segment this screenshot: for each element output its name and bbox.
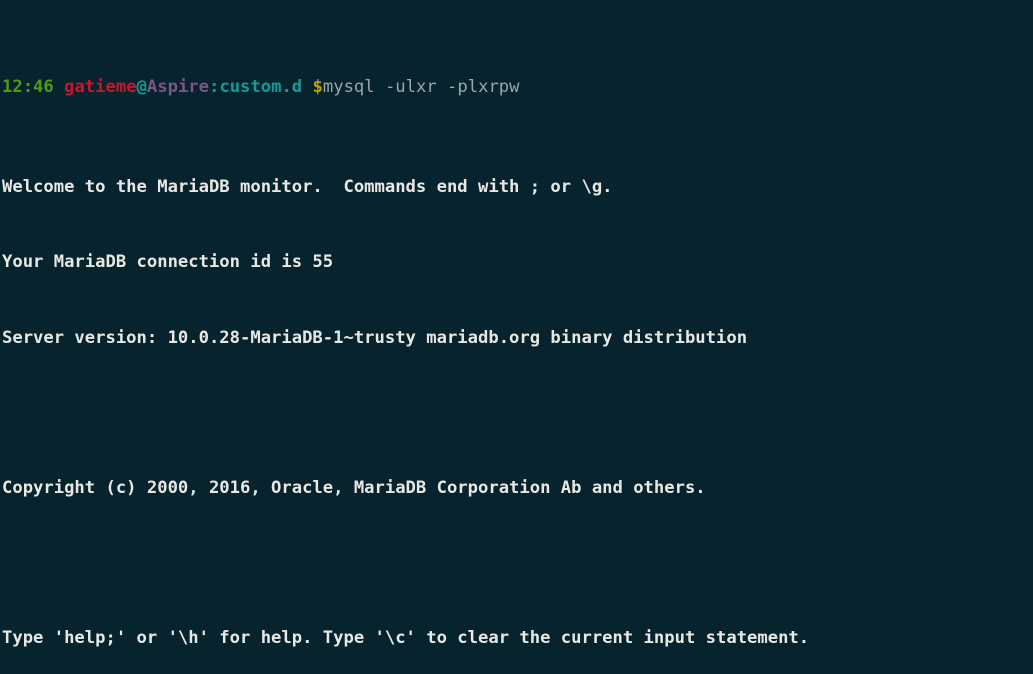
output-line-connection-id: Your MariaDB connection id is 55 [2, 252, 334, 273]
prompt-at-symbol: @ [136, 77, 147, 98]
output-blank-1 [2, 401, 1033, 426]
prompt-separator: : [209, 77, 220, 98]
output-line-welcome: Welcome to the MariaDB monitor. Commands… [2, 177, 613, 198]
output-line-copyright: Copyright (c) 2000, 2016, Oracle, MariaD… [2, 477, 706, 498]
output-blank-2 [2, 551, 1033, 576]
prompt-space-1 [54, 77, 64, 97]
terminal-window[interactable]: 12:46 gatieme@Aspire:custom.d $mysql -ul… [0, 0, 1033, 674]
prompt-command: mysql -ulxr -plxrpw [322, 77, 520, 98]
prompt-space-2 [302, 77, 312, 97]
terminal-screen[interactable]: 12:46 gatieme@Aspire:custom.d $mysql -ul… [2, 0, 1033, 674]
output-line-help-hint: Type 'help;' or '\h' for help. Type '\c'… [2, 628, 810, 649]
prompt-line: 12:46 gatieme@Aspire:custom.d $mysql -ul… [2, 75, 1033, 100]
prompt-user: gatieme [64, 77, 137, 98]
prompt-path: custom.d [219, 77, 303, 98]
prompt-host: Aspire [146, 77, 209, 98]
prompt-time: 12:46 [2, 77, 54, 98]
prompt-dollar-sign: $ [312, 77, 323, 98]
output-line-server-version: Server version: 10.0.28-MariaDB-1~trusty… [2, 327, 748, 348]
